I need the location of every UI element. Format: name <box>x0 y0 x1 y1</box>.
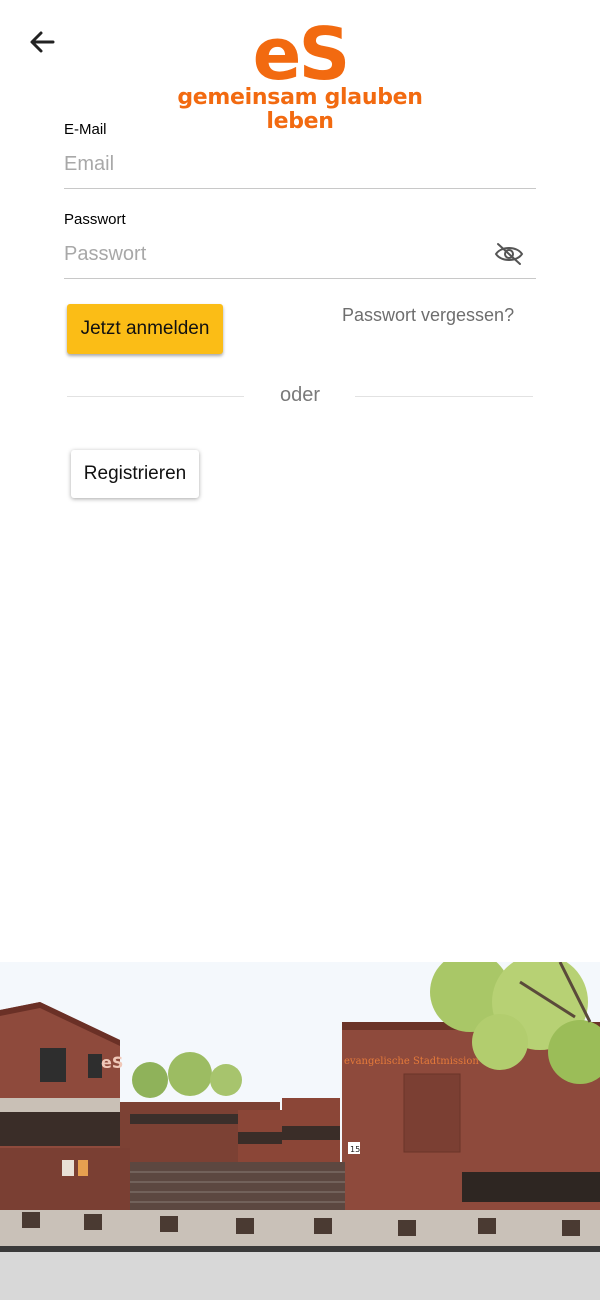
back-button[interactable] <box>22 22 62 62</box>
logo-tagline: gemeinsam glauben leben <box>177 85 423 134</box>
login-button[interactable]: Jetzt anmelden <box>67 304 223 354</box>
password-field-container <box>64 234 536 279</box>
forgot-password-link[interactable]: Passwort vergessen? <box>342 305 514 326</box>
logo-mark: eS <box>252 12 351 96</box>
password-field[interactable] <box>64 234 484 274</box>
building-sign: evangelische Stadtmission <box>344 1056 479 1067</box>
building-logo: eS <box>101 1053 123 1072</box>
password-label: Passwort <box>64 211 126 228</box>
separator-text: oder <box>279 384 321 406</box>
register-button[interactable]: Registrieren <box>71 450 199 498</box>
email-label: E-Mail <box>64 121 107 138</box>
eye-off-icon[interactable] <box>494 242 524 266</box>
email-field[interactable] <box>64 144 484 184</box>
street <box>0 1252 600 1300</box>
divider-right <box>355 396 533 397</box>
logo: eS gemeinsam glauben leben <box>160 12 440 134</box>
email-field-container <box>64 144 536 189</box>
building-photo: eS evangelische Stadtmission 15 <box>0 962 600 1300</box>
divider-left <box>67 396 244 397</box>
arrow-left-icon <box>30 31 55 53</box>
house-number: 15 <box>350 1145 360 1154</box>
